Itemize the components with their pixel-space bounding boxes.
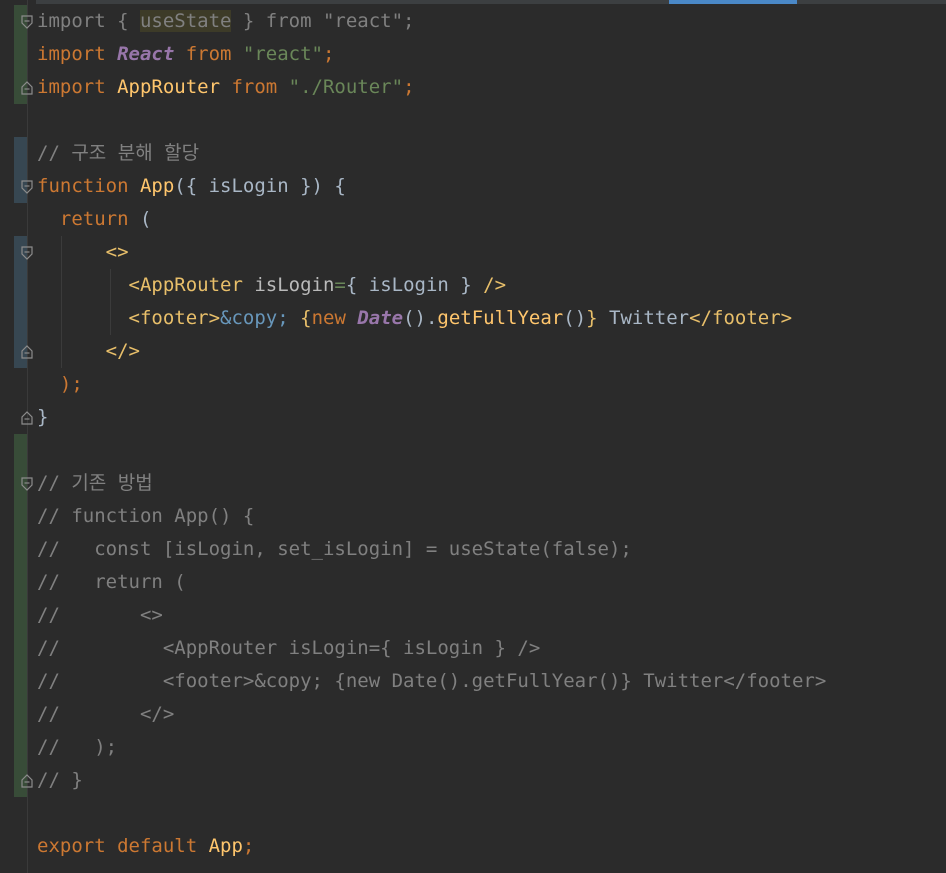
fold-collapse-icon[interactable] — [21, 15, 33, 29]
code-token: &copy; — [220, 307, 289, 329]
active-tab-indicator — [669, 0, 797, 4]
code-token: // ); — [37, 736, 118, 758]
code-token: default — [117, 835, 209, 857]
code-token: = — [334, 274, 346, 296]
code-token: Twitter — [597, 307, 690, 329]
code-line[interactable]: // ); — [37, 731, 117, 764]
code-token: // </> — [37, 703, 175, 725]
code-line[interactable]: export default App; — [37, 830, 254, 863]
fold-collapse-icon[interactable] — [21, 246, 33, 260]
code-editor[interactable]: import { useState } from "react"; import … — [0, 0, 946, 873]
fold-collapse-icon[interactable] — [21, 180, 33, 194]
code-token: // 구조 분해 할당 — [37, 142, 200, 164]
code-token: "react" — [242, 43, 323, 65]
code-token: isLogin — [254, 274, 335, 296]
indent-guide — [61, 236, 62, 368]
fold-collapse-icon[interactable] — [21, 477, 33, 491]
code-token: from — [220, 76, 289, 98]
code-token: </> — [37, 340, 140, 362]
code-line[interactable]: // </> — [37, 698, 174, 731]
code-token: // <AppRouter isLogin={ isLogin } /> — [37, 637, 541, 659]
code-token: from — [174, 43, 243, 65]
code-line[interactable]: <> — [37, 236, 129, 269]
code-token: React — [117, 43, 175, 65]
code-token: ); — [37, 373, 83, 395]
code-token: // return ( — [37, 571, 186, 593]
code-token: // <footer>&copy; {new Date().getFullYea… — [37, 670, 827, 692]
code-token: // } — [37, 769, 83, 791]
code-token: new — [311, 307, 358, 329]
code-token: ; — [242, 835, 255, 857]
code-token: (). — [403, 307, 438, 329]
code-line[interactable]: function App({ isLogin }) { — [37, 170, 346, 203]
code-token: // <> — [37, 604, 163, 626]
code-token: getFullYear — [437, 307, 564, 329]
code-line[interactable]: // 구조 분해 할당 — [37, 137, 199, 170]
code-token: App — [208, 835, 243, 857]
code-line[interactable]: import React from "react"; — [37, 38, 334, 71]
fold-end-icon[interactable] — [21, 81, 33, 95]
tab-bar-edge — [0, 0, 946, 4]
code-line[interactable]: return ( — [37, 203, 152, 236]
code-token: // const [isLogin, set_isLogin] = useSta… — [37, 538, 632, 560]
fold-end-icon[interactable] — [21, 774, 33, 788]
code-line[interactable]: ); — [37, 368, 83, 401]
code-token: <footer> — [37, 307, 221, 329]
code-token: "./Router" — [288, 76, 404, 98]
code-line[interactable]: // 기존 방법 — [37, 467, 153, 500]
code-line[interactable]: // } — [37, 764, 83, 797]
editor-gutter — [0, 0, 36, 873]
code-token: useState — [139, 10, 232, 32]
code-token: export — [37, 835, 118, 857]
code-token: // 기존 방법 — [37, 472, 153, 494]
code-token: // function App() { — [37, 505, 255, 527]
code-line[interactable]: // function App() { — [37, 500, 254, 533]
code-token: Date — [357, 307, 404, 329]
code-line[interactable]: // <footer>&copy; {new Date().getFullYea… — [37, 665, 826, 698]
code-token: import — [37, 43, 118, 65]
code-line[interactable]: <AppRouter isLogin={ isLogin } /> — [37, 269, 507, 302]
code-token: () — [563, 307, 587, 329]
code-line[interactable]: </> — [37, 335, 140, 368]
code-token: <> — [37, 241, 129, 263]
code-token: ; — [323, 43, 335, 65]
code-token: } — [37, 406, 49, 428]
code-line[interactable]: } — [37, 401, 48, 434]
code-token: { — [288, 307, 312, 329]
code-line[interactable]: // <> — [37, 599, 163, 632]
code-token: import — [37, 76, 118, 98]
code-token: import { — [37, 10, 140, 32]
code-token: /> — [483, 274, 507, 296]
code-token: App — [139, 175, 175, 197]
fold-end-icon[interactable] — [21, 411, 33, 425]
code-line[interactable]: // const [isLogin, set_isLogin] = useSta… — [37, 533, 632, 566]
indent-guide — [110, 269, 111, 335]
code-line[interactable]: import { useState } from "react"; — [37, 5, 415, 38]
code-token: ({ isLogin }) { — [174, 175, 346, 197]
code-token: AppRouter — [117, 76, 221, 98]
code-line[interactable]: <footer>&copy; {new Date().getFullYear()… — [37, 302, 793, 335]
code-token: function — [37, 175, 140, 197]
fold-end-icon[interactable] — [21, 345, 33, 359]
code-line[interactable]: import AppRouter from "./Router"; — [37, 71, 415, 104]
code-token: ; — [403, 76, 415, 98]
code-token: <AppRouter — [37, 274, 255, 296]
code-line[interactable]: // return ( — [37, 566, 186, 599]
code-token: { isLogin } — [345, 274, 484, 296]
gutter-separator — [27, 0, 28, 873]
code-token: ( — [139, 208, 152, 230]
code-token: return — [37, 208, 140, 230]
code-token: </footer> — [689, 307, 793, 329]
code-line[interactable]: // <AppRouter isLogin={ isLogin } /> — [37, 632, 540, 665]
code-token: } from "react"; — [231, 10, 415, 32]
code-token: } — [586, 307, 598, 329]
